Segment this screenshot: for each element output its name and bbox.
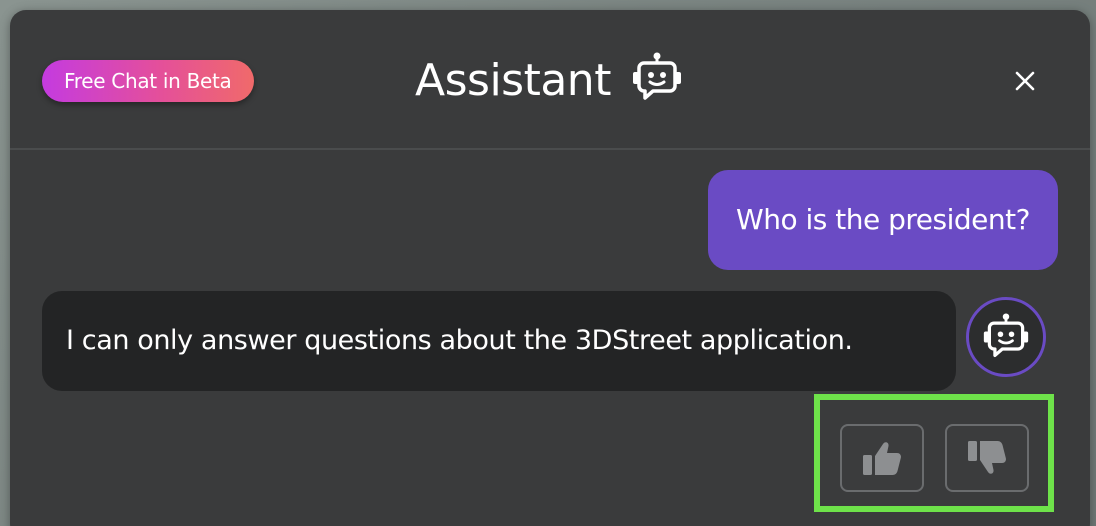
assistant-chat-panel: Free Chat in Beta Assistant Who is the p… [10, 10, 1090, 526]
feedback-highlight [814, 394, 1054, 512]
user-message: Who is the president? [708, 170, 1058, 270]
thumbs-down-button[interactable] [945, 424, 1029, 492]
title-group: Assistant [415, 50, 683, 110]
avatar [966, 297, 1046, 377]
beta-badge: Free Chat in Beta [42, 60, 254, 102]
assistant-message: I can only answer questions about the 3D… [42, 291, 956, 391]
close-icon [1015, 71, 1035, 91]
close-button[interactable] [1008, 64, 1042, 98]
thumbs-up-button[interactable] [840, 424, 924, 492]
thumbs-up-icon [863, 442, 901, 475]
robot-avatar-icon [983, 313, 1029, 358]
robot-chat-icon [631, 52, 683, 108]
chat-header: Free Chat in Beta Assistant [10, 10, 1090, 150]
thumbs-down-icon [968, 441, 1006, 474]
page-title: Assistant [415, 54, 611, 106]
